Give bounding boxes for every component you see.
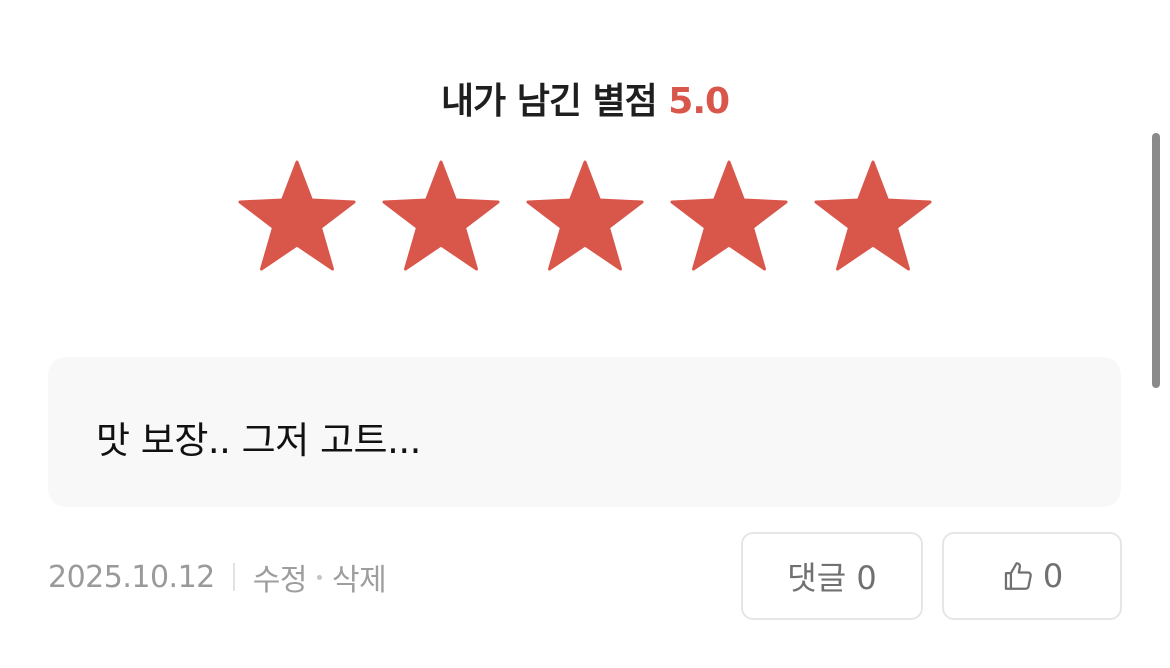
star-icon (670, 160, 788, 272)
meta-dot-separator (316, 574, 322, 580)
star-icon (382, 160, 500, 272)
scrollbar-thumb[interactable] (1152, 133, 1160, 388)
like-count: 0 (1042, 557, 1064, 595)
meta-divider (232, 563, 235, 591)
like-button[interactable]: 0 (942, 532, 1122, 620)
thumbs-up-icon (1001, 559, 1035, 593)
review-detail-page: 내가 남긴 별점 5.0 맛 보장.. 그저 고트... 2025.10.12 … (0, 0, 1170, 668)
rating-score: 5.0 (668, 81, 730, 122)
comment-button[interactable]: 댓글 0 (741, 532, 923, 620)
edit-link[interactable]: 수정 (253, 555, 308, 599)
star-icon (526, 160, 644, 272)
review-meta: 2025.10.12 수정 삭제 (48, 555, 387, 599)
review-date: 2025.10.12 (48, 559, 215, 595)
delete-link[interactable]: 삭제 (332, 555, 387, 599)
rating-label: 내가 남긴 별점 (440, 81, 658, 122)
star-rating (238, 160, 938, 272)
star-icon (238, 160, 356, 272)
star-icon (814, 160, 932, 272)
rating-title: 내가 남긴 별점 5.0 (0, 72, 1170, 124)
comment-button-label: 댓글 0 (787, 559, 877, 597)
review-text: 맛 보장.. 그저 고트... (96, 419, 421, 462)
